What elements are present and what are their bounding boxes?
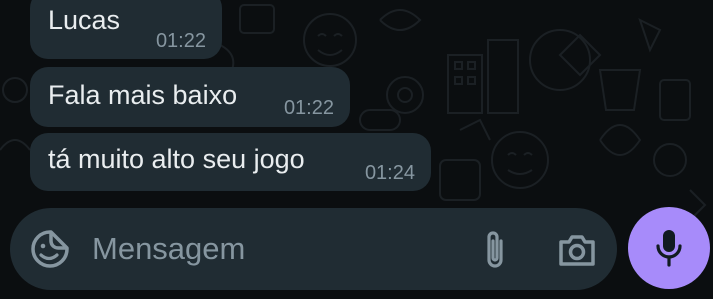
message-text: Lucas <box>48 5 121 35</box>
microphone-button[interactable] <box>628 207 710 289</box>
message-bubble[interactable]: Lucas 01:22 <box>30 0 222 59</box>
sticker-emoji-icon[interactable] <box>30 229 70 269</box>
message-input[interactable]: Mensagem <box>92 232 245 266</box>
message-time: 01:22 <box>155 30 206 52</box>
message-time: 01:22 <box>283 97 334 119</box>
camera-icon[interactable] <box>557 232 597 268</box>
microphone-icon <box>656 230 682 267</box>
message-text: tá muito alto seu jogo <box>48 144 305 174</box>
paperclip-icon[interactable] <box>480 229 510 271</box>
message-bubble[interactable]: Fala mais baixo 01:22 <box>30 67 350 127</box>
message-text: Fala mais baixo <box>48 80 238 110</box>
message-time: 01:24 <box>364 162 415 184</box>
message-composer: Mensagem <box>10 208 617 290</box>
message-bubble[interactable]: tá muito alto seu jogo 01:24 <box>30 133 431 191</box>
